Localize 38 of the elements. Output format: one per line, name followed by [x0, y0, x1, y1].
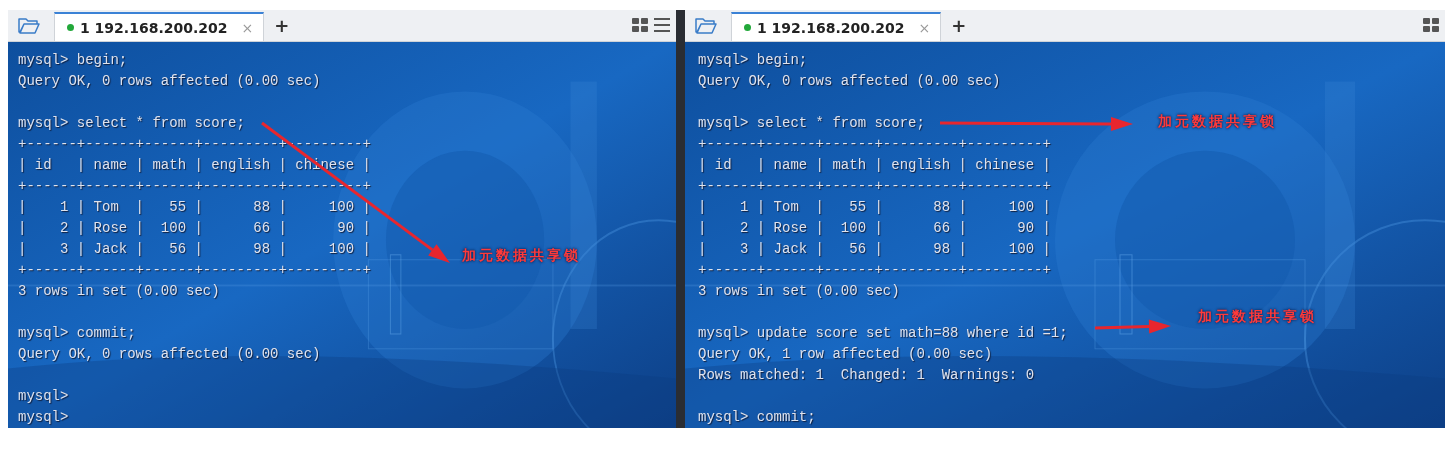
terminal-line: mysql> begin; [18, 51, 128, 70]
terminal-line: 3 rows in set (0.00 sec) [698, 282, 900, 301]
folder-icon[interactable] [18, 16, 40, 34]
annotation-label: 加元数据共享锁 [1198, 308, 1317, 326]
terminal-line: | 2 | Rose | 100 | 66 | 90 | [698, 219, 1051, 238]
new-tab-button[interactable]: + [274, 15, 290, 36]
annotation-label: 加元数据共享锁 [462, 247, 581, 265]
terminal-line: | 1 | Tom | 55 | 88 | 100 | [698, 198, 1051, 217]
terminal-line: mysql> update score set math=88 where id =1; [698, 324, 1068, 343]
terminal-line: +------+------+------+---------+---------+ [698, 261, 1051, 280]
grid-icon[interactable] [632, 18, 648, 32]
terminal-line: mysql> commit; [698, 408, 816, 427]
terminal-line: | 3 | Jack | 56 | 98 | 100 | [698, 240, 1051, 259]
terminal-line: | 3 | Jack | 56 | 98 | 100 | [18, 240, 371, 259]
terminal-line: +------+------+------+---------+---------+ [698, 135, 1051, 154]
terminal-line: Query OK, 0 rows affected (0.00 sec) [698, 72, 1001, 91]
terminal-line: 3 rows in set (0.00 sec) [18, 282, 220, 301]
terminal-line: Query OK, 0 rows affected (0.00 sec) [18, 345, 321, 364]
terminal-line: mysql> [18, 387, 69, 406]
new-tab-button[interactable]: + [951, 15, 967, 36]
grid-icon[interactable] [1423, 18, 1439, 32]
terminal-line: Query OK, 0 rows affected (0.00 sec) [18, 72, 321, 91]
session-tab[interactable]: 1 192.168.200.202 × [731, 12, 942, 41]
terminal-line: mysql> begin; [698, 51, 808, 70]
terminal-line: | id | name | math | english | chinese | [698, 156, 1051, 175]
terminal-line: mysql> [18, 408, 69, 427]
menu-icon[interactable] [654, 18, 670, 32]
terminal-line: +------+------+------+---------+---------+ [18, 261, 371, 280]
terminal-line: mysql> commit; [18, 324, 136, 343]
annotation-label: 加元数据共享锁 [1158, 113, 1277, 131]
terminal-line: | 2 | Rose | 100 | 66 | 90 | [18, 219, 371, 238]
session-tab[interactable]: 1 192.168.200.202 × [54, 12, 265, 41]
folder-icon[interactable] [695, 16, 717, 34]
terminal-line: mysql> select * from score; [18, 114, 245, 133]
terminal-line: Rows matched: 1 Changed: 1 Warnings: 0 [698, 366, 1035, 385]
terminal-line: +------+------+------+---------+---------+ [698, 177, 1051, 196]
terminal-line: Query OK, 1 row affected (0.00 sec) [698, 345, 993, 364]
terminal-line: mysql> select * from score; [698, 114, 925, 133]
